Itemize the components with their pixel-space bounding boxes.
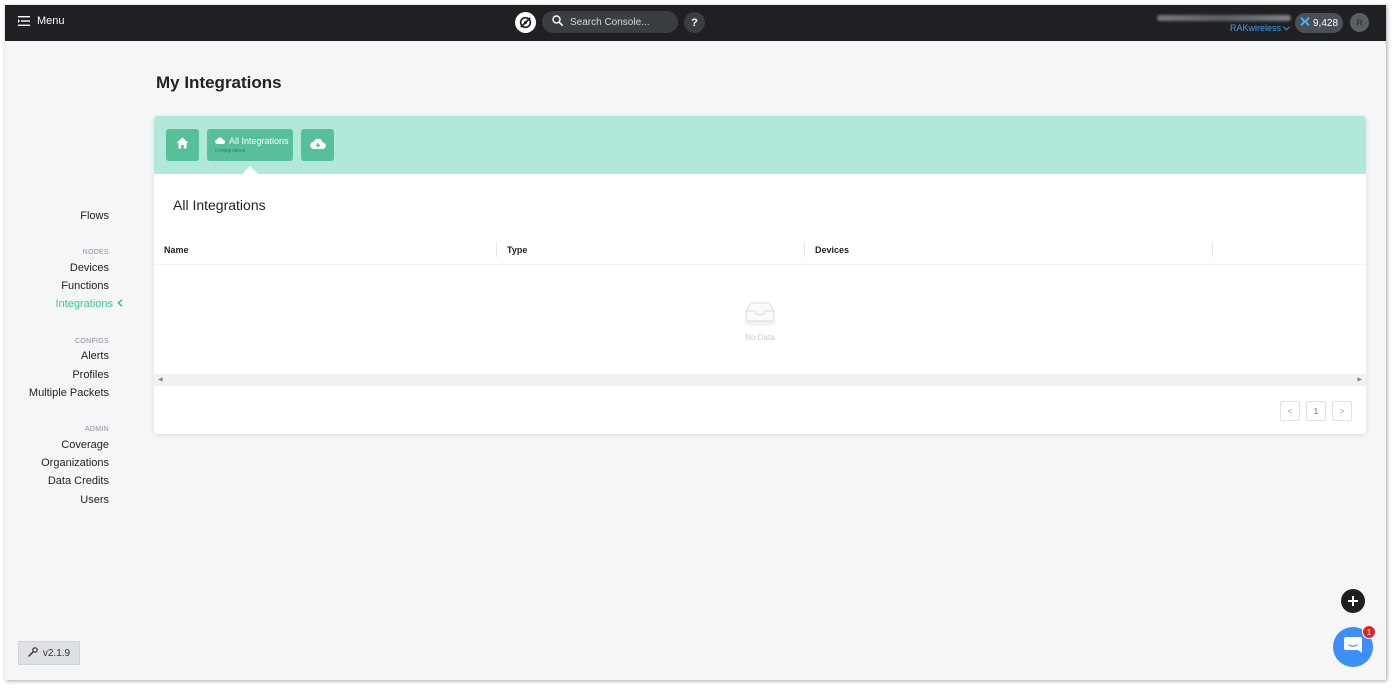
column-divider (496, 242, 497, 257)
version-badge[interactable]: v2.1.9 (18, 641, 80, 665)
scroll-right-icon[interactable]: ▶ (1357, 376, 1362, 383)
integration-tabs-bar: All Integrations 0 Integrations (154, 116, 1366, 174)
cloud-add-icon (309, 136, 326, 154)
sidebar-item-devices[interactable]: Devices (70, 262, 109, 274)
integrations-count: 0 Integrations (215, 148, 246, 154)
sidebar: Flows NODES Devices Functions Integratio… (5, 41, 155, 680)
data-credits-value: 9,428 (1312, 17, 1339, 29)
column-header-type[interactable]: Type (507, 234, 527, 265)
search-input[interactable] (570, 16, 666, 28)
chat-icon (1343, 636, 1363, 659)
chevron-left-icon (117, 298, 123, 310)
avatar[interactable]: R (1350, 13, 1369, 32)
data-credits-badge[interactable]: 9,428 (1295, 13, 1343, 33)
add-button[interactable] (1341, 589, 1365, 613)
user-email-blurred[interactable] (1157, 15, 1291, 21)
sidebar-item-flows[interactable]: Flows (80, 210, 109, 222)
plus-icon (1347, 592, 1359, 610)
sidebar-item-multiple-packets[interactable]: Multiple Packets (29, 387, 109, 399)
all-integrations-tab[interactable]: All Integrations 0 Integrations (207, 129, 293, 161)
version-label: v2.1.9 (42, 647, 71, 659)
sidebar-item-data-credits[interactable]: Data Credits (48, 475, 109, 487)
org-name: RAKwireless (1230, 23, 1282, 33)
sidebar-item-profiles[interactable]: Profiles (72, 369, 109, 381)
sidebar-section-admin: ADMIN (84, 426, 109, 433)
search-bar (542, 11, 678, 33)
home-tab[interactable] (166, 129, 199, 161)
chevron-down-icon (1283, 23, 1290, 33)
page-title: My Integrations (156, 73, 282, 92)
empty-state: No Data (154, 266, 1366, 374)
table-header: Name Type Devices (154, 234, 1366, 265)
column-divider (804, 242, 805, 257)
column-header-devices[interactable]: Devices (815, 234, 849, 265)
menu-icon (18, 16, 30, 26)
column-divider (1212, 242, 1213, 257)
scroll-left-icon[interactable]: ◀ (158, 376, 163, 383)
search-icon (552, 13, 563, 31)
column-header-name[interactable]: Name (164, 234, 189, 265)
cloud-icon (215, 136, 226, 146)
sidebar-item-integrations-label: Integrations (55, 298, 113, 310)
sidebar-item-organizations[interactable]: Organizations (41, 457, 109, 469)
integrations-panel: All Integrations 0 Integrations All Inte… (154, 116, 1366, 434)
pagination-page-1[interactable]: 1 (1306, 401, 1326, 421)
wrench-icon (28, 646, 38, 660)
sidebar-section-nodes: NODES (82, 249, 109, 256)
active-tab-pointer (242, 166, 258, 174)
pagination-next-button[interactable]: > (1332, 401, 1352, 421)
sidebar-item-alerts[interactable]: Alerts (81, 350, 109, 362)
empty-state-text: No Data (745, 332, 775, 342)
menu-button[interactable]: Menu (18, 15, 65, 27)
sidebar-section-configs: CONFIGS (75, 338, 109, 345)
add-integration-tab[interactable] (301, 129, 334, 161)
chat-notification-badge: 1 (1362, 625, 1376, 639)
helium-logo-icon[interactable] (515, 12, 536, 33)
top-bar: Menu ? RAKwireless 9,428 R (5, 5, 1386, 41)
all-integrations-tab-label: All Integrations (229, 136, 289, 146)
empty-inbox-icon (740, 299, 780, 329)
pagination-prev-button[interactable]: < (1280, 401, 1300, 421)
app-window: Menu ? RAKwireless 9,428 R Fl (5, 5, 1386, 680)
section-title: All Integrations (173, 197, 266, 213)
sidebar-item-coverage[interactable]: Coverage (61, 439, 109, 451)
help-button[interactable]: ? (684, 12, 705, 33)
data-credits-icon (1300, 16, 1310, 29)
home-icon (176, 136, 189, 154)
sidebar-item-integrations[interactable]: Integrations (56, 298, 123, 310)
menu-label: Menu (37, 15, 65, 27)
sidebar-item-functions[interactable]: Functions (61, 280, 109, 292)
horizontal-scrollbar[interactable]: ◀ ▶ (154, 374, 1366, 386)
org-switcher[interactable]: RAKwireless (1230, 23, 1290, 33)
sidebar-item-users[interactable]: Users (80, 494, 109, 506)
